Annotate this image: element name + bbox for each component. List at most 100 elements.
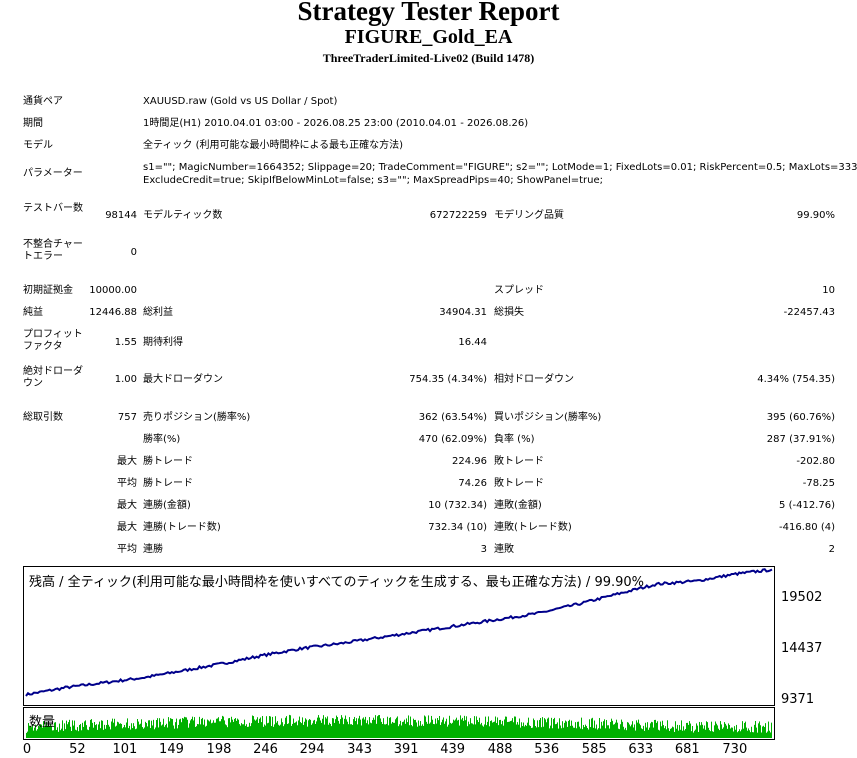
- volume-bar: [733, 731, 734, 738]
- volume-bar: [263, 726, 264, 738]
- volume-bar: [446, 718, 447, 738]
- volume-bar: [359, 715, 360, 738]
- volume-bar: [376, 723, 377, 738]
- volume-bar: [754, 724, 755, 738]
- volume-bar: [221, 719, 222, 738]
- volume-bar: [551, 717, 552, 738]
- max-dd-label: 最大ドローダウン: [143, 374, 223, 385]
- volume-bar: [487, 721, 488, 738]
- max-dd-value: 754.35 (4.34%): [409, 374, 487, 385]
- pf-value: 1.55: [114, 337, 137, 348]
- volume-bar: [250, 726, 251, 738]
- pf-label: プロフィットファクタ: [23, 329, 83, 352]
- volume-bar: [751, 726, 752, 738]
- mismatch-value: 0: [130, 247, 137, 258]
- volume-bar: [356, 718, 357, 738]
- volume-bar: [36, 730, 37, 738]
- volume-bar: [312, 723, 313, 738]
- volume-bar: [636, 720, 637, 738]
- volume-bar: [275, 716, 276, 738]
- volume-bar: [591, 718, 592, 738]
- volume-bar: [296, 721, 297, 738]
- volume-bar: [620, 724, 621, 738]
- volume-bar: [752, 732, 753, 738]
- volume-bar: [528, 717, 529, 738]
- volume-bar: [638, 719, 639, 738]
- volume-bar: [325, 717, 326, 738]
- volume-bar: [215, 722, 216, 738]
- volume-bar: [300, 722, 301, 738]
- period-value: 1時間足(H1) 2010.04.01 03:00 - 2026.08.25 2…: [143, 118, 529, 129]
- volume-bar: [237, 718, 238, 738]
- volume-bar: [26, 732, 27, 738]
- volume-bar: [647, 722, 648, 738]
- volume-bar: [406, 718, 407, 738]
- volume-bar: [470, 718, 471, 738]
- volume-bar: [200, 724, 201, 738]
- volume-bar: [323, 715, 324, 738]
- volume-bar: [629, 724, 630, 738]
- volume-bar: [258, 722, 259, 738]
- volume-bar: [67, 724, 68, 738]
- volume-bar: [637, 722, 638, 738]
- params-line2: ExcludeCredit=true; SkipIfBelowMinLot=fa…: [143, 175, 604, 186]
- volume-bar: [559, 718, 560, 738]
- volume-bar: [329, 722, 330, 738]
- volume-bar: [690, 723, 691, 738]
- volume-bar: [501, 724, 502, 738]
- volume-bar: [93, 727, 94, 738]
- volume-bar: [422, 724, 423, 738]
- volume-bar: [496, 723, 497, 738]
- volume-bar: [231, 716, 232, 738]
- volume-bar: [357, 724, 358, 738]
- volume-bar: [493, 722, 494, 738]
- volume-bar: [471, 723, 472, 738]
- consec-win-cnt-value: 732.34 (10): [428, 522, 487, 533]
- volume-bar: [278, 724, 279, 738]
- volume-bar: [769, 730, 770, 738]
- volume-bar: [698, 731, 699, 738]
- volume-bar: [103, 729, 104, 738]
- volume-bar: [377, 716, 378, 738]
- volume-bar: [328, 724, 329, 738]
- volume-bar: [395, 719, 396, 738]
- volume-bar: [611, 718, 612, 738]
- volume-bar: [37, 729, 38, 738]
- consec-loss-amt-value: 5 (-412.76): [779, 500, 835, 511]
- volume-bar: [478, 722, 479, 738]
- volume-bar: [495, 716, 496, 738]
- volume-bar: [509, 721, 510, 738]
- volume-bar: [142, 727, 143, 738]
- volume-bar: [670, 728, 671, 738]
- volume-bar: [298, 720, 299, 738]
- volume-bar: [128, 728, 129, 738]
- gross-profit-value: 34904.31: [439, 307, 487, 318]
- volume-bar: [245, 725, 246, 738]
- volume-bar: [707, 722, 708, 738]
- volume-bar: [567, 726, 568, 738]
- volume-bar: [140, 723, 141, 738]
- volume-bar: [308, 720, 309, 738]
- volume-bar: [717, 725, 718, 738]
- volume-bar: [558, 728, 559, 738]
- volume-bar: [768, 721, 769, 738]
- volume-bar: [222, 715, 223, 738]
- volume-bar: [164, 726, 165, 738]
- volume-bar: [111, 721, 112, 738]
- volume-bar: [532, 727, 533, 738]
- volume-bar: [92, 722, 93, 738]
- volume-bar: [334, 722, 335, 738]
- volume-bar: [696, 723, 697, 738]
- volume-bar: [463, 720, 464, 738]
- volume-bar: [595, 728, 596, 738]
- volume-bar: [398, 726, 399, 738]
- volume-bar: [699, 721, 700, 738]
- volume-bar: [156, 720, 157, 738]
- volume-bar: [289, 714, 290, 738]
- x-tick-label: 633: [628, 742, 654, 757]
- volume-bar: [575, 722, 576, 738]
- volume-bar: [157, 718, 158, 738]
- volume-bar: [335, 719, 336, 738]
- avg-win-label: 勝トレード: [143, 478, 193, 489]
- volume-bar: [649, 727, 650, 738]
